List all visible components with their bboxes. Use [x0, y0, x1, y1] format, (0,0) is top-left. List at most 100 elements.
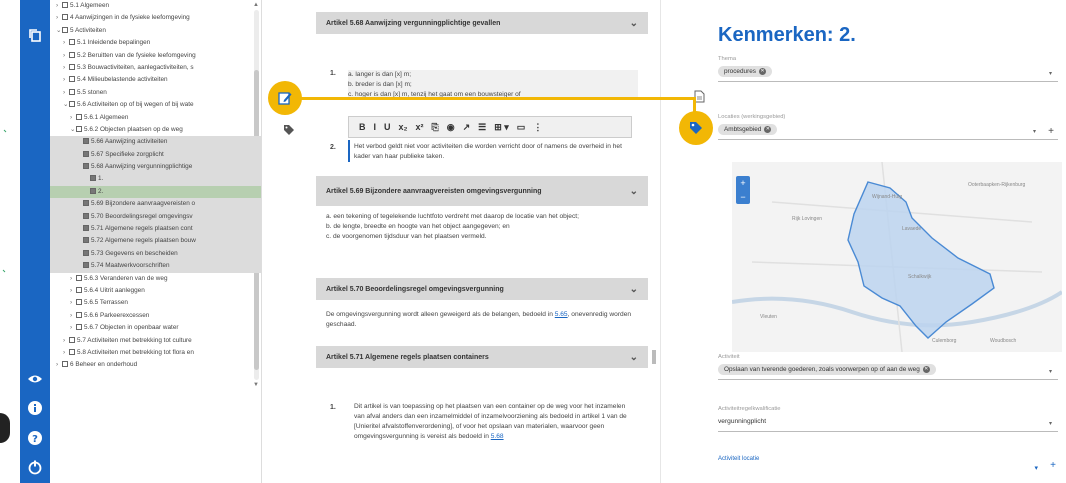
article-5-71-paragraph[interactable]: Dit artikel is van toepassing op het pla…	[354, 402, 636, 442]
chevron-down-icon[interactable]: ⌄	[630, 18, 638, 29]
document-scrollbar[interactable]	[652, 350, 656, 364]
article-5-69-header[interactable]: Artikel 5.69 Bijzondere aanvraagvereiste…	[316, 176, 648, 206]
tree-item-label: 1.	[98, 175, 104, 183]
subscript-button[interactable]: x₂	[399, 122, 408, 132]
tree-item[interactable]: › 5.1 Algemeen	[50, 0, 261, 12]
tree-item[interactable]: 5.71 Algemene regels plaatsen cont	[50, 223, 261, 236]
activiteit-field[interactable]: Activiteit Opslaan van tverende goederen…	[718, 354, 1058, 380]
add-icon[interactable]: +	[1048, 126, 1054, 137]
tree-item[interactable]: 5.66 Aanwijzing activiteiten	[50, 136, 261, 149]
article-5-68-header[interactable]: Artikel 5.68 Aanwijzing vergunningplicht…	[316, 12, 648, 34]
locatie-field[interactable]: Locaties (werkingsgebied) Ambtsgebied ✕ ▾…	[718, 114, 1058, 140]
remove-chip-icon[interactable]: ✕	[764, 126, 772, 133]
activiteit-locatie-link[interactable]: Activiteit locatie	[718, 456, 759, 462]
remove-chip-icon[interactable]: ✕	[922, 366, 930, 373]
article-5-69-items[interactable]: a. een tekening of tegelekende luchtfoto…	[326, 212, 640, 242]
map-drawing	[731, 161, 1064, 353]
tree-item[interactable]: › 5.7 Activiteiten met betrekking tot cul…	[50, 335, 261, 347]
insert-symbol-button[interactable]: ◉	[447, 122, 455, 133]
activiteitregelkwalificatie-field[interactable]: Activiteitregelkwalificatie vergunningpl…	[718, 406, 1058, 432]
tree-item[interactable]: ⌄ 5.6 Activiteiten op of bij wegen of bij…	[50, 99, 261, 111]
article-5-70-paragraph[interactable]: De omgevingsvergunning wordt alleen gewe…	[326, 310, 642, 330]
structure-tree: ▲ ▼ › 5.1 Algemeen › 4 Aanwijzingen in de f…	[50, 0, 262, 483]
tree-item[interactable]: 2.	[50, 185, 261, 199]
tag-icon	[690, 122, 702, 134]
tree-item[interactable]: › 5.1 Inleidende bepalingen	[50, 37, 261, 49]
tree-item[interactable]: › 5.5 stonen	[50, 87, 261, 99]
article-5-68-paragraph-2[interactable]: Het verbod geldt niet voor activiteiten …	[354, 142, 634, 162]
tree-item[interactable]: 5.73 Gegevens en bescheiden	[50, 247, 261, 261]
tree-item[interactable]: 5.68 Aanwijzing vergunningplichtige	[50, 161, 261, 174]
chevron-down-icon[interactable]: ⌄	[630, 284, 638, 295]
thema-field[interactable]: Thema procedures ✕ ▾	[718, 56, 1058, 82]
list-number: 2.	[330, 144, 336, 151]
more-options-button[interactable]: ⋮	[533, 122, 542, 133]
insert-reference-button[interactable]: ⎘	[432, 122, 439, 133]
eye-icon[interactable]	[26, 370, 44, 388]
tree-item-label: 5.6.4 Uitrit aanleggen	[84, 286, 145, 294]
italic-button[interactable]: I	[374, 122, 377, 132]
underline-button[interactable]: U	[384, 122, 391, 132]
power-icon[interactable]	[26, 458, 44, 476]
tree-item[interactable]: 5.70 Beoordelingsregel omgevingsv	[50, 210, 261, 224]
zoom-in-button[interactable]: +	[736, 176, 750, 190]
locatie-chip[interactable]: Ambtsgebied ✕	[718, 124, 778, 135]
chevron-down-icon[interactable]: ⌄	[630, 352, 638, 363]
tree-item[interactable]: 1.	[50, 173, 261, 186]
list-button[interactable]: ☰	[478, 122, 486, 133]
tree-item[interactable]: 5.72 Algemene regels plaatsen bouw	[50, 235, 261, 248]
article-5-68-items[interactable]: a. langer is dan [x] m; b. breder is dan…	[348, 70, 638, 100]
tree-item[interactable]: › 5.6.1 Algemeen	[50, 112, 261, 124]
tree-item[interactable]: › 5.8 Activiteiten met betrekking tot flo…	[50, 347, 261, 359]
chevron-down-icon[interactable]: ⌄	[630, 186, 638, 197]
list-item: c. de voorgenomen tijdsduur van het plaa…	[326, 233, 487, 240]
insert-link-button[interactable]: ↗	[463, 122, 471, 133]
info-icon[interactable]	[26, 399, 44, 417]
collapse-icon[interactable]: ▾	[1034, 464, 1038, 472]
tree-item[interactable]: › 5.3 Bouwactiviteiten, aanlegactiviteite…	[50, 62, 261, 74]
tree-item[interactable]: 5.67 Specifieke zorgplicht	[50, 148, 261, 162]
article-5-71-header[interactable]: Artikel 5.71 Algemene regels plaatsen co…	[316, 346, 648, 368]
tree-item[interactable]: 5.69 Bijzondere aanvraagvereisten o	[50, 198, 261, 211]
tree-item[interactable]: › 5.2 Beruitten van de fysieke leefomgevi…	[50, 50, 261, 62]
remove-chip-icon[interactable]: ✕	[758, 68, 766, 75]
tree-item-label: 5.73 Gegevens en bescheiden	[91, 249, 178, 257]
editor-gutter	[262, 0, 312, 483]
article-link[interactable]: 5.68	[491, 433, 504, 440]
tree-item[interactable]: › 5.4 Milieubelastende activiteiten	[50, 74, 261, 86]
tree-item[interactable]: › 4 Aanwijzingen in de fysieke leefomgevi…	[50, 12, 261, 24]
tree-item[interactable]: 5.74 Maatwerkvoorschriften	[50, 260, 261, 273]
tree-item[interactable]: › 6 Beheer en onderhoud	[50, 359, 261, 371]
zoom-out-button[interactable]: −	[736, 190, 750, 204]
tree-item[interactable]: › 5.6.5 Terrassen	[50, 297, 261, 309]
dropdown-arrow-icon[interactable]: ▾	[1049, 368, 1052, 375]
edit-document-callout[interactable]	[268, 81, 302, 115]
superscript-button[interactable]: x²	[416, 122, 424, 132]
article-5-70-header[interactable]: Artikel 5.70 Beoordelingsregel omgevings…	[316, 278, 648, 300]
tag-icon[interactable]	[283, 123, 295, 141]
tree-item[interactable]: ⌄ 5.6.2 Objecten plaatsen op de weg	[50, 124, 261, 136]
list-item: a. een tekening of tegelekende luchtfoto…	[326, 213, 579, 220]
location-map[interactable]: + − Ooterbaapken-Rijkenburg Wijnand-Huig…	[731, 161, 1064, 353]
help-icon[interactable]: ?	[26, 429, 44, 447]
article-link[interactable]: 5.65	[555, 311, 568, 318]
image-button[interactable]: ▭	[517, 122, 526, 133]
dropdown-arrow-icon[interactable]: ▾	[1033, 128, 1036, 135]
tree-item[interactable]: › 5.6.6 Parkeerexcessen	[50, 310, 261, 322]
map-label: Culemborg	[932, 338, 957, 344]
tag-callout[interactable]	[679, 111, 713, 145]
table-button[interactable]: ⊞ ▾	[494, 122, 509, 133]
copy-icon[interactable]	[26, 26, 44, 44]
activiteit-chip[interactable]: Opslaan van tverende goederen, zoals voo…	[718, 364, 936, 375]
article-5-71-title: Artikel 5.71 Algemene regels plaatsen co…	[326, 353, 489, 361]
dropdown-arrow-icon[interactable]: ▾	[1049, 420, 1052, 427]
tree-item[interactable]: › 5.6.4 Uitrit aanleggen	[50, 285, 261, 297]
tree-item[interactable]: ⌄ 5 Activiteiten	[50, 25, 261, 37]
dropdown-arrow-icon[interactable]: ▾	[1049, 70, 1052, 77]
tree-scroll-down-icon[interactable]: ▼	[253, 382, 259, 388]
tree-item[interactable]: › 5.6.7 Objecten in openbaar water	[50, 322, 261, 334]
add-icon[interactable]: +	[1050, 460, 1056, 471]
tree-item[interactable]: › 5.6.3 Veranderen van de weg	[50, 273, 261, 285]
bold-button[interactable]: B	[359, 122, 366, 132]
thema-chip[interactable]: procedures ✕	[718, 66, 772, 77]
